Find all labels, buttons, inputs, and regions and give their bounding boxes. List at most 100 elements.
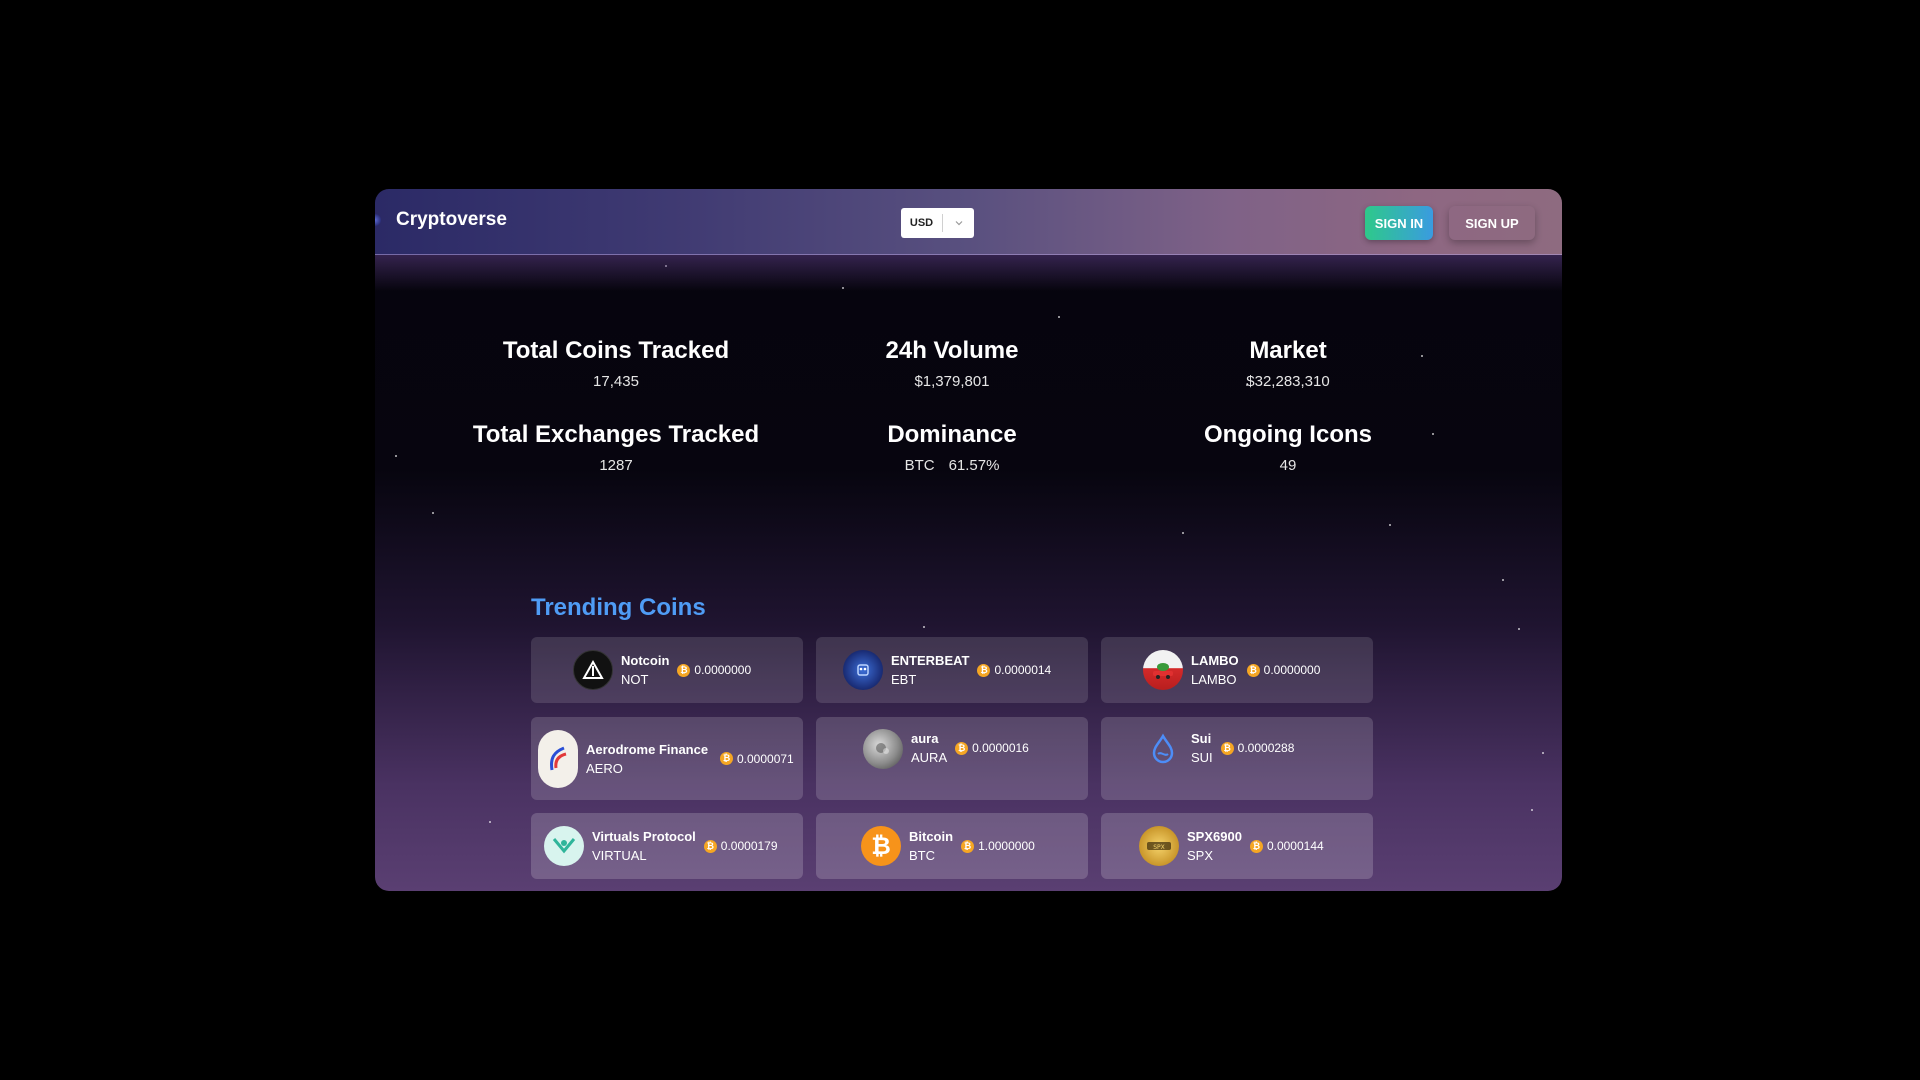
stat-value: 49 <box>1279 457 1297 474</box>
star-decoration <box>1182 532 1184 534</box>
coin-name: Bitcoin <box>909 829 954 844</box>
coin-price: ₿ 0.0000000 <box>677 663 751 677</box>
stat-ongoing-icons: Ongoing Icons 49 <box>1128 421 1448 475</box>
dominance-percent: 61.57% <box>948 457 1000 474</box>
currency-select[interactable]: USD <box>901 208 974 238</box>
coin-card-virtuals[interactable]: Virtuals Protocol VIRTUAL ₿ 0.0000179 <box>531 813 803 879</box>
coin-symbol: EBT <box>891 672 917 687</box>
coin-text: Notcoin NOT <box>621 651 669 689</box>
app-title[interactable]: Cryptoverse <box>396 209 507 231</box>
coin-card-lambo[interactable]: LAMBO LAMBO ₿ 0.0000000 <box>1101 637 1373 703</box>
lambo-icon <box>1143 650 1183 690</box>
stat-value: 1287 <box>599 457 633 474</box>
star-decoration <box>1058 316 1060 318</box>
coin-card-aerodrome[interactable]: Aerodrome Finance AERO ₿ 0.0000071 <box>531 717 803 800</box>
coin-name: Virtuals Protocol <box>592 829 696 844</box>
coin-symbol: BTC <box>909 848 935 863</box>
coin-text: ENTERBEAT EBT <box>891 651 969 689</box>
coin-name: aura <box>911 731 939 746</box>
stat-title: Market <box>1249 337 1327 364</box>
price-value: 0.0000000 <box>1263 663 1321 677</box>
star-decoration <box>1542 752 1544 754</box>
coin-card-bitcoin[interactable]: ₿ Bitcoin BTC ₿ 1.0000000 <box>816 813 1088 879</box>
stat-title: Total Coins Tracked <box>502 337 730 364</box>
star-decoration <box>489 821 491 823</box>
coin-symbol: AURA <box>911 750 948 765</box>
coin-card-sui[interactable]: Sui SUI ₿ 0.0000288 <box>1101 717 1373 800</box>
coin-card-enterbeat[interactable]: ENTERBEAT EBT ₿ 0.0000014 <box>816 637 1088 703</box>
price-value: 0.0000000 <box>694 663 752 677</box>
bitcoin-icon: ₿ <box>861 826 901 866</box>
stat-market: Market $32,283,310 <box>1128 337 1448 391</box>
stat-value: $32,283,310 <box>1246 373 1330 390</box>
bitcoin-icon: ₿ <box>955 741 969 755</box>
coin-price: ₿ 0.0000179 <box>703 839 778 853</box>
star-decoration <box>1518 628 1520 630</box>
trending-coins-heading: Trending Coins <box>531 594 706 621</box>
coin-card-aura[interactable]: aura AURA ₿ 0.0000016 <box>816 717 1088 800</box>
coin-price: ₿ 0.0000014 <box>977 663 1051 677</box>
coin-price: ₿ 0.0000144 <box>1249 839 1324 853</box>
coin-name: SPX6900 <box>1187 829 1242 844</box>
coin-price: ₿ 1.0000000 <box>961 839 1035 853</box>
sign-in-button[interactable]: SIGN IN <box>1365 206 1433 240</box>
coin-price: ₿ 0.0000016 <box>955 741 1029 755</box>
coin-symbol: LAMBO <box>1191 672 1237 687</box>
header-glow <box>375 255 1562 291</box>
bitcoin-icon: ₿ <box>1220 741 1234 755</box>
coin-text: aura AURA <box>911 729 947 767</box>
coin-name: Notcoin <box>621 653 670 668</box>
coin-text: Aerodrome Finance AERO <box>586 740 712 778</box>
coin-symbol: SPX <box>1187 848 1214 863</box>
star-decoration <box>923 626 925 628</box>
stat-value: $1,379,801 <box>914 373 990 390</box>
coin-name: ENTERBEAT <box>891 653 970 668</box>
stat-total-coins: Total Coins Tracked 17,435 <box>456 337 776 391</box>
coin-text: Bitcoin BTC <box>909 827 953 865</box>
bitcoin-icon: ₿ <box>677 663 691 677</box>
svg-text:SPX: SPX <box>1153 844 1165 851</box>
logo-icon <box>375 214 381 226</box>
coin-text: SPX6900 SPX <box>1187 827 1242 865</box>
coin-name: LAMBO <box>1191 653 1239 668</box>
coin-price: ₿ 0.0000288 <box>1220 741 1295 755</box>
coin-symbol: AERO <box>586 760 623 776</box>
coin-name: Aerodrome Finance <box>586 741 709 757</box>
price-value: 0.0000014 <box>994 663 1052 677</box>
stat-value: 17,435 <box>593 373 639 390</box>
stat-dominance: Dominance BTC 61.57% <box>792 421 1112 475</box>
app-window: Cryptoverse USD SIGN IN SIGN UP Total Co… <box>375 189 1562 891</box>
bitcoin-icon: ₿ <box>1246 663 1260 677</box>
chevron-down-icon[interactable] <box>943 218 974 228</box>
coin-card-notcoin[interactable]: Notcoin NOT ₿ 0.0000000 <box>531 637 803 703</box>
notcoin-icon <box>573 650 613 690</box>
sign-up-button[interactable]: SIGN UP <box>1449 206 1535 240</box>
sui-icon <box>1143 729 1183 769</box>
price-value: 0.0000288 <box>1237 741 1295 755</box>
bitcoin-icon: ₿ <box>720 752 733 765</box>
stat-title: Total Exchanges Tracked <box>472 421 760 448</box>
bitcoin-icon: ₿ <box>977 663 991 677</box>
dominance-symbol: BTC <box>904 457 935 474</box>
coin-card-spx6900[interactable]: SPX SPX6900 SPX ₿ 0.0000144 <box>1101 813 1373 879</box>
aerodrome-icon <box>538 729 578 788</box>
currency-selected-value: USD <box>909 217 934 229</box>
coin-price: ₿ 0.0000071 <box>720 752 794 766</box>
star-decoration <box>1502 579 1504 581</box>
stat-24h-volume: 24h Volume $1,379,801 <box>792 337 1112 391</box>
coin-symbol: VIRTUAL <box>592 848 647 863</box>
stat-title: Dominance <box>887 421 1017 448</box>
coin-text: Sui SUI <box>1191 729 1213 767</box>
coin-symbol: SUI <box>1191 750 1213 765</box>
coin-price: ₿ 0.0000000 <box>1246 663 1321 677</box>
spx6900-icon: SPX <box>1139 826 1179 866</box>
aura-icon <box>863 729 903 769</box>
coin-symbol: NOT <box>621 672 649 687</box>
coin-text: LAMBO LAMBO <box>1191 651 1239 689</box>
price-value: 0.0000179 <box>720 839 778 853</box>
bitcoin-icon: ₿ <box>1249 839 1263 853</box>
price-value: 1.0000000 <box>978 839 1035 853</box>
stat-title: 24h Volume <box>885 337 1019 364</box>
virtuals-icon <box>544 826 584 866</box>
price-value: 0.0000016 <box>972 741 1029 755</box>
